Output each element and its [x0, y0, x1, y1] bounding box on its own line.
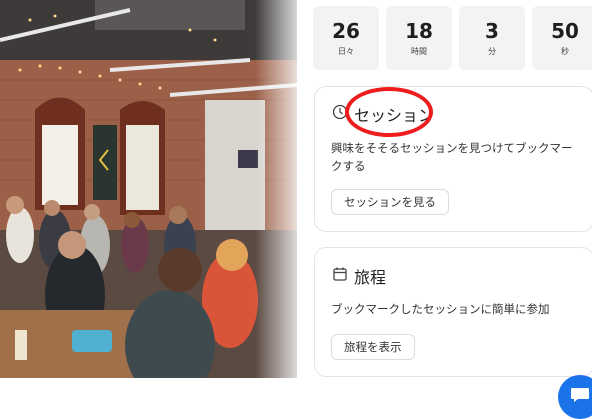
sessions-card: セッション 興味をそそるセッションを見つけてブックマークする セッションを見る	[314, 86, 592, 232]
countdown-seconds: 50 秒	[532, 6, 592, 70]
itinerary-card-header: 旅程	[332, 264, 386, 288]
sessions-card-header: セッション	[332, 102, 434, 126]
clock-icon	[332, 104, 348, 124]
chat-icon	[569, 385, 591, 409]
countdown-days-label: 日々	[338, 47, 354, 56]
countdown-seconds-value: 50	[551, 19, 579, 43]
itinerary-card-title: 旅程	[354, 268, 387, 287]
countdown-days-value: 26	[332, 19, 360, 43]
countdown-minutes: 3 分	[459, 6, 525, 70]
countdown-hours-label: 時間	[411, 47, 427, 56]
countdown-days: 26 日々	[313, 6, 379, 70]
calendar-icon	[332, 266, 348, 286]
view-sessions-button[interactable]: セッションを見る	[331, 189, 449, 215]
countdown-minutes-label: 分	[488, 47, 496, 56]
event-photo	[0, 0, 297, 378]
chat-button[interactable]	[558, 375, 592, 419]
countdown-minutes-value: 3	[485, 19, 499, 43]
countdown-seconds-label: 秒	[561, 47, 569, 56]
sessions-card-title: セッション	[354, 106, 435, 125]
itinerary-card-description: ブックマークしたセッションに簡単に参加	[331, 302, 550, 316]
sessions-card-description: 興味をそそるセッションを見つけてブックマークする	[331, 141, 573, 173]
countdown-timer: 26 日々 18 時間 3 分 50 秒	[313, 6, 592, 70]
itinerary-card: 旅程 ブックマークしたセッションに簡単に参加 旅程を表示	[314, 247, 592, 377]
countdown-hours: 18 時間	[386, 6, 452, 70]
view-itinerary-button[interactable]: 旅程を表示	[331, 334, 415, 360]
countdown-hours-value: 18	[405, 19, 433, 43]
